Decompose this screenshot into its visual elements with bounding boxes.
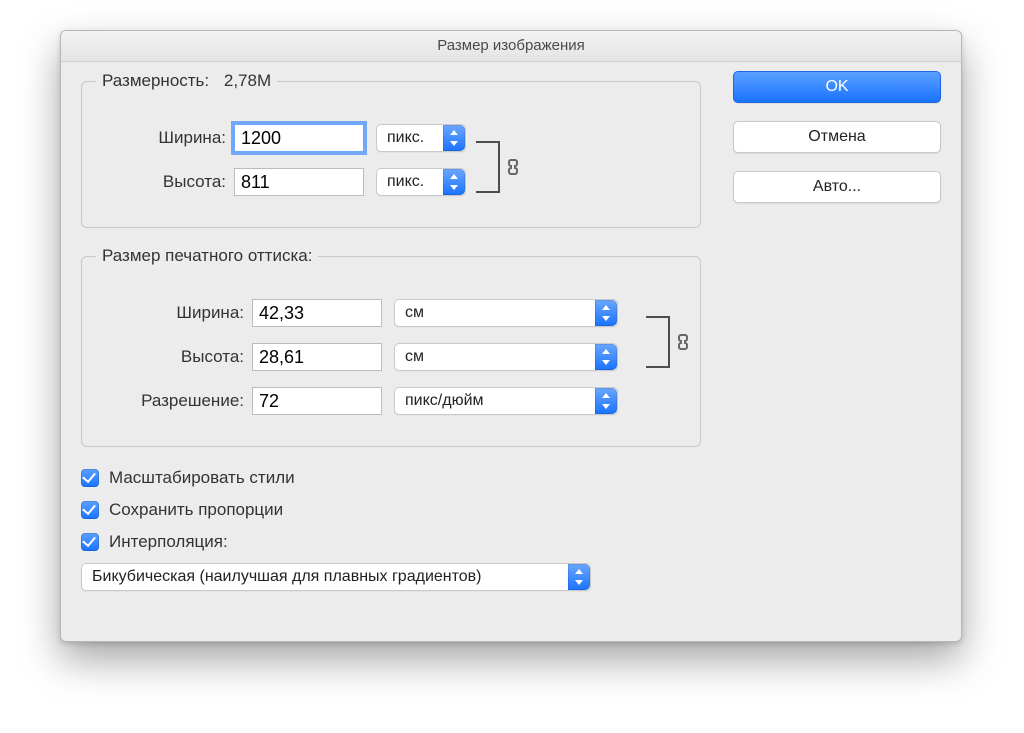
stepper-icon xyxy=(568,564,590,590)
stepper-icon xyxy=(595,300,617,326)
stepper-icon xyxy=(443,125,465,151)
cancel-button[interactable]: Отмена xyxy=(733,121,941,153)
doc-width-input[interactable] xyxy=(252,299,382,327)
ok-button[interactable]: OK xyxy=(733,71,941,103)
scale-styles-label: Масштабировать стили xyxy=(109,468,295,488)
link-bracket xyxy=(646,316,670,368)
stepper-icon xyxy=(595,388,617,414)
link-icon xyxy=(676,330,690,354)
pixel-width-unit-select[interactable]: пикс. xyxy=(376,124,466,152)
resample-label: Интерполяция: xyxy=(109,532,228,552)
link-icon xyxy=(506,155,520,179)
pixel-height-label: Высота: xyxy=(96,172,234,192)
pixel-dimensions-size: 2,78M xyxy=(224,71,271,90)
dialog-title: Размер изображения xyxy=(61,31,961,62)
document-size-group: Размер печатного оттиска: Ширина: см xyxy=(81,246,701,447)
pixel-width-input[interactable] xyxy=(234,124,364,152)
interpolation-select[interactable]: Бикубическая (наилучшая для плавных град… xyxy=(81,563,591,591)
interpolation-value: Бикубическая (наилучшая для плавных град… xyxy=(92,568,481,586)
doc-height-input[interactable] xyxy=(252,343,382,371)
document-size-legend: Размер печатного оттиска: xyxy=(102,246,312,265)
doc-height-unit-value: см xyxy=(405,348,424,366)
doc-width-unit-select[interactable]: см xyxy=(394,299,618,327)
doc-height-label: Высота: xyxy=(96,347,252,367)
resolution-input[interactable] xyxy=(252,387,382,415)
resolution-label: Разрешение: xyxy=(96,391,252,411)
doc-width-label: Ширина: xyxy=(96,303,252,323)
doc-height-unit-select[interactable]: см xyxy=(394,343,618,371)
resample-checkbox[interactable] xyxy=(81,533,99,551)
pixel-dimensions-legend: Размерность: xyxy=(102,71,209,90)
pixel-height-input[interactable] xyxy=(234,168,364,196)
pixel-width-unit-value: пикс. xyxy=(387,129,424,147)
resolution-unit-value: пикс/дюйм xyxy=(405,392,484,410)
scale-styles-checkbox[interactable] xyxy=(81,469,99,487)
constrain-proportions-checkbox[interactable] xyxy=(81,501,99,519)
stepper-icon xyxy=(443,169,465,195)
pixel-dimensions-group: Размерность: 2,78M Ширина: пикс. xyxy=(81,71,701,228)
auto-button[interactable]: Авто... xyxy=(733,171,941,203)
resolution-unit-select[interactable]: пикс/дюйм xyxy=(394,387,618,415)
constrain-proportions-label: Сохранить пропорции xyxy=(109,500,283,520)
pixel-height-unit-value: пикс. xyxy=(387,173,424,191)
doc-width-unit-value: см xyxy=(405,304,424,322)
stepper-icon xyxy=(595,344,617,370)
pixel-height-unit-select[interactable]: пикс. xyxy=(376,168,466,196)
link-bracket xyxy=(476,141,500,193)
dialog-window: Размер изображения Размерность: 2,78M Ши… xyxy=(60,30,962,642)
pixel-width-label: Ширина: xyxy=(96,128,234,148)
